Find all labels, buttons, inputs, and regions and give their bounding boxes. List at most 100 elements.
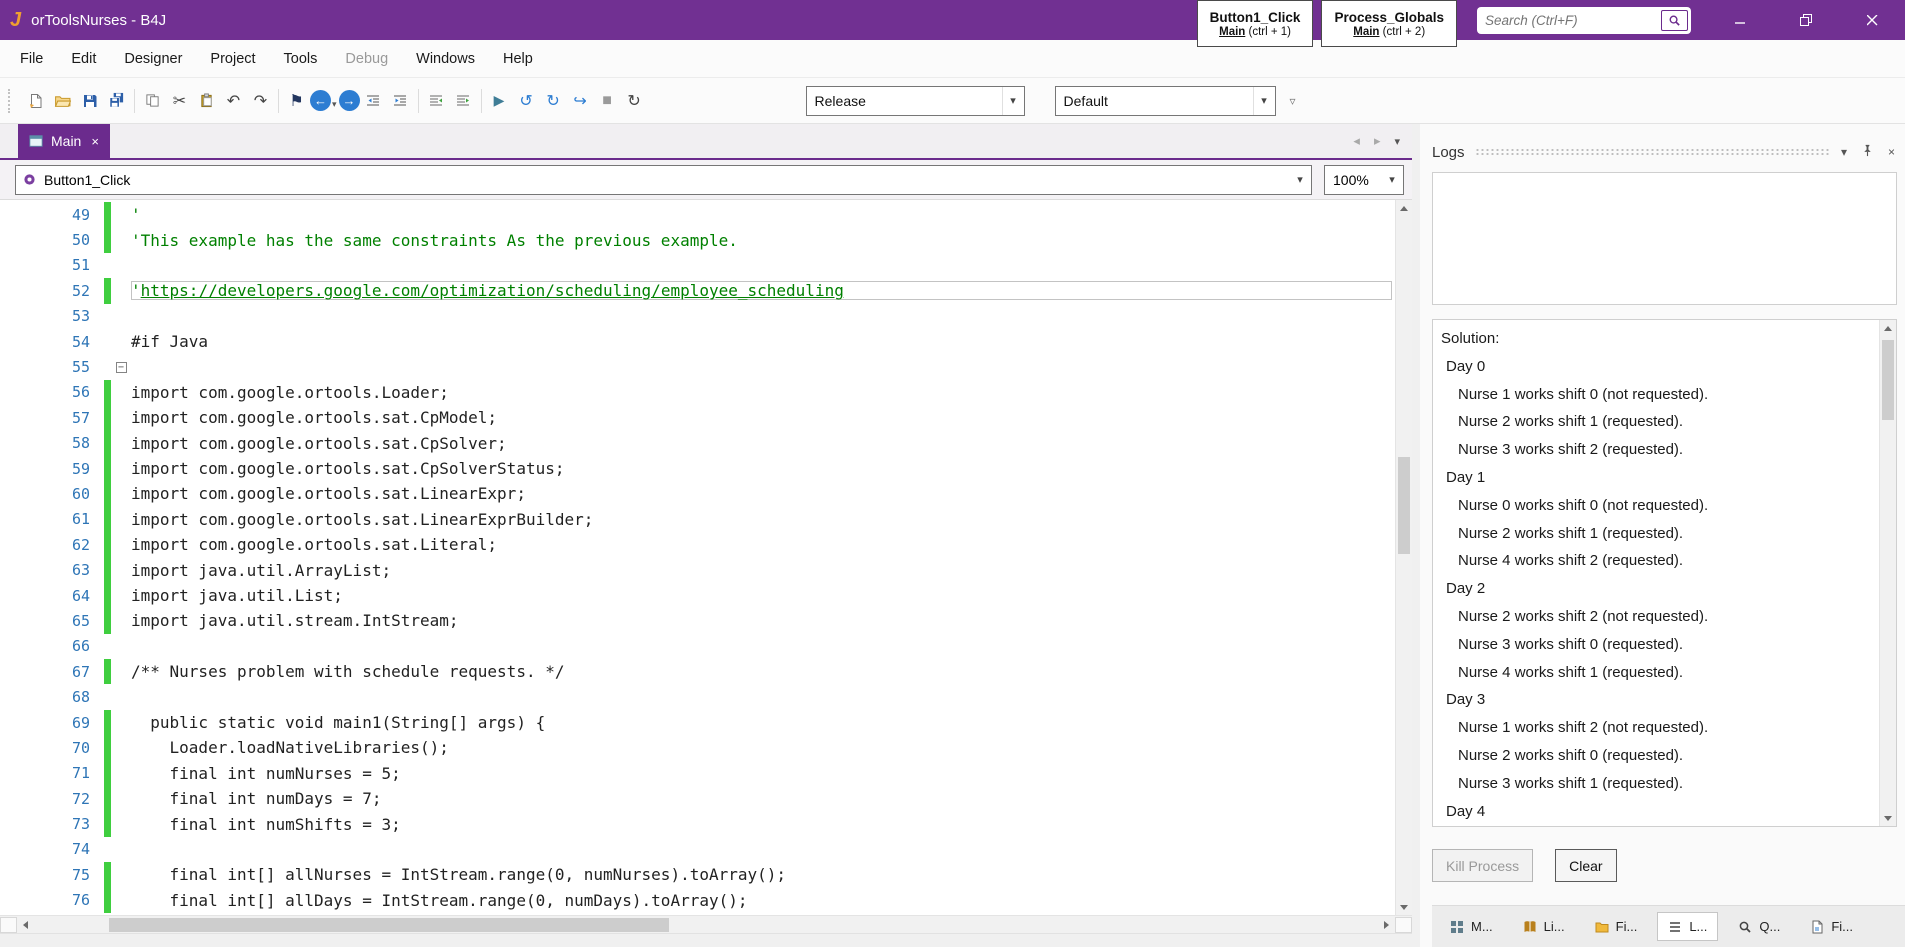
line-text[interactable]: final int numDays = 7;: [131, 789, 1392, 808]
indent-decrease-icon[interactable]: [360, 87, 387, 114]
line-number[interactable]: 67: [0, 663, 104, 681]
scroll-down-icon[interactable]: [1396, 899, 1412, 915]
navigate-back-dropdown-icon[interactable]: ▾: [332, 99, 337, 110]
pin-icon[interactable]: [1859, 144, 1876, 160]
resume-icon[interactable]: ↪: [567, 87, 594, 114]
line-number[interactable]: 70: [0, 739, 104, 757]
zoom-selector[interactable]: 100% ▾: [1324, 164, 1404, 195]
tab-scroll-right-icon[interactable]: ▸: [1374, 133, 1381, 149]
member-selector[interactable]: Button1_Click ▾: [15, 164, 1312, 195]
line-text[interactable]: 'This example has the same constraints A…: [131, 231, 1392, 250]
scroll-right-icon[interactable]: [1378, 917, 1395, 933]
line-number[interactable]: 52: [0, 282, 104, 300]
line-number[interactable]: 74: [0, 840, 104, 858]
search-input[interactable]: [1485, 12, 1661, 28]
horizontal-scroll-thumb[interactable]: [109, 917, 669, 932]
restore-button[interactable]: [1773, 0, 1839, 40]
line-number[interactable]: 62: [0, 536, 104, 554]
run-icon[interactable]: ▶: [486, 87, 513, 114]
line-number[interactable]: 54: [0, 333, 104, 351]
line-text[interactable]: 'https://developers.google.com/optimizat…: [131, 281, 1392, 300]
restart-icon[interactable]: ↻: [621, 87, 648, 114]
navigate-forward-icon[interactable]: →: [338, 90, 360, 111]
line-text[interactable]: final int numShifts = 3;: [131, 815, 1392, 834]
scroll-up-icon[interactable]: [1396, 200, 1412, 216]
step-over-icon[interactable]: ↺: [513, 87, 540, 114]
solution-scroll-thumb[interactable]: [1882, 340, 1894, 420]
line-text[interactable]: #if Java: [131, 332, 1392, 351]
line-text[interactable]: public static void main1(String[] args) …: [131, 713, 1392, 732]
line-text[interactable]: final int numNurses = 5;: [131, 764, 1392, 783]
stop-icon[interactable]: ■: [594, 87, 621, 114]
save-all-icon[interactable]: [103, 87, 130, 114]
logs-menu-chevron-icon[interactable]: ▾: [1839, 145, 1849, 159]
tab-modules[interactable]: M...: [1440, 913, 1503, 940]
clear-logs-button[interactable]: Clear: [1555, 849, 1617, 882]
line-text[interactable]: import com.google.ortools.sat.LinearExpr…: [131, 510, 1392, 529]
line-number[interactable]: 59: [0, 460, 104, 478]
navigate-back-icon[interactable]: ←: [310, 90, 331, 111]
toolbar-overflow-icon[interactable]: ▿: [1290, 94, 1296, 108]
line-text[interactable]: import java.util.List;: [131, 586, 1392, 605]
editor-vertical-scrollbar[interactable]: [1395, 200, 1412, 915]
menu-tools[interactable]: Tools: [270, 51, 332, 67]
line-number[interactable]: 65: [0, 612, 104, 630]
line-number[interactable]: 51: [0, 256, 104, 274]
quick-tab-process-globals[interactable]: Process_Globals Main (ctrl + 2): [1321, 0, 1457, 47]
tab-main[interactable]: Main ×: [18, 124, 110, 158]
line-text[interactable]: Loader.loadNativeLibraries();: [131, 738, 1392, 757]
kill-process-button[interactable]: Kill Process: [1432, 849, 1534, 882]
dock-drag-handle[interactable]: [1474, 148, 1829, 156]
line-number[interactable]: 66: [0, 637, 104, 655]
menu-project[interactable]: Project: [196, 51, 269, 67]
build-configuration-select[interactable]: Release ▾: [805, 85, 1025, 116]
line-text[interactable]: import java.util.stream.IntStream;: [131, 611, 1392, 630]
editor-horizontal-scrollbar[interactable]: [0, 915, 1412, 933]
scroll-up-icon[interactable]: [1880, 320, 1896, 336]
line-number[interactable]: 56: [0, 383, 104, 401]
line-number[interactable]: 61: [0, 510, 104, 528]
line-number[interactable]: 60: [0, 485, 104, 503]
line-number[interactable]: 75: [0, 866, 104, 884]
step-into-icon[interactable]: ↻: [540, 87, 567, 114]
line-number[interactable]: 57: [0, 409, 104, 427]
menu-help[interactable]: Help: [489, 51, 547, 67]
solution-scrollbar[interactable]: [1879, 320, 1896, 826]
line-text[interactable]: import com.google.ortools.sat.CpModel;: [131, 408, 1392, 427]
menu-edit[interactable]: Edit: [57, 51, 110, 67]
bookmark-icon[interactable]: ⚑: [283, 87, 310, 114]
uncomment-block-icon[interactable]: [450, 87, 477, 114]
line-number[interactable]: 49: [0, 206, 104, 224]
line-number[interactable]: 64: [0, 587, 104, 605]
search-icon[interactable]: [1661, 9, 1688, 31]
menu-designer[interactable]: Designer: [110, 51, 196, 67]
logs-close-icon[interactable]: ×: [1886, 145, 1897, 159]
save-icon[interactable]: [76, 87, 103, 114]
line-number[interactable]: 76: [0, 891, 104, 909]
horizontal-scroll-track[interactable]: [34, 917, 1378, 933]
redo-icon[interactable]: ↷: [247, 87, 274, 114]
splitter-grip-box[interactable]: [0, 916, 17, 933]
line-number[interactable]: 69: [0, 714, 104, 732]
line-text[interactable]: import com.google.ortools.sat.Literal;: [131, 535, 1392, 554]
toolbar-grip[interactable]: [8, 88, 14, 113]
line-text[interactable]: import com.google.ortools.Loader;: [131, 383, 1392, 402]
collapse-icon[interactable]: −: [115, 361, 127, 373]
tab-logs[interactable]: L...: [1657, 912, 1719, 941]
cut-icon[interactable]: ✂: [166, 87, 193, 114]
line-text[interactable]: import java.util.ArrayList;: [131, 561, 1392, 580]
new-file-icon[interactable]: [22, 87, 49, 114]
tab-scroll-left-icon[interactable]: ◂: [1353, 133, 1360, 149]
pane-splitter[interactable]: [1412, 124, 1420, 947]
paste-icon[interactable]: [193, 87, 220, 114]
scroll-down-icon[interactable]: [1880, 810, 1896, 826]
line-number[interactable]: 71: [0, 764, 104, 782]
quick-tab-button1-click[interactable]: Button1_Click Main (ctrl + 1): [1196, 0, 1314, 47]
line-number[interactable]: 58: [0, 434, 104, 452]
vertical-scroll-thumb[interactable]: [1398, 457, 1410, 554]
line-text[interactable]: import com.google.ortools.sat.LinearExpr…: [131, 484, 1392, 503]
line-number[interactable]: 55: [0, 358, 104, 376]
tab-find-references[interactable]: Fi...: [1800, 913, 1863, 940]
code-lines[interactable]: 49 − ' 50 − 'This example has the same c…: [0, 200, 1395, 915]
line-number[interactable]: 72: [0, 790, 104, 808]
